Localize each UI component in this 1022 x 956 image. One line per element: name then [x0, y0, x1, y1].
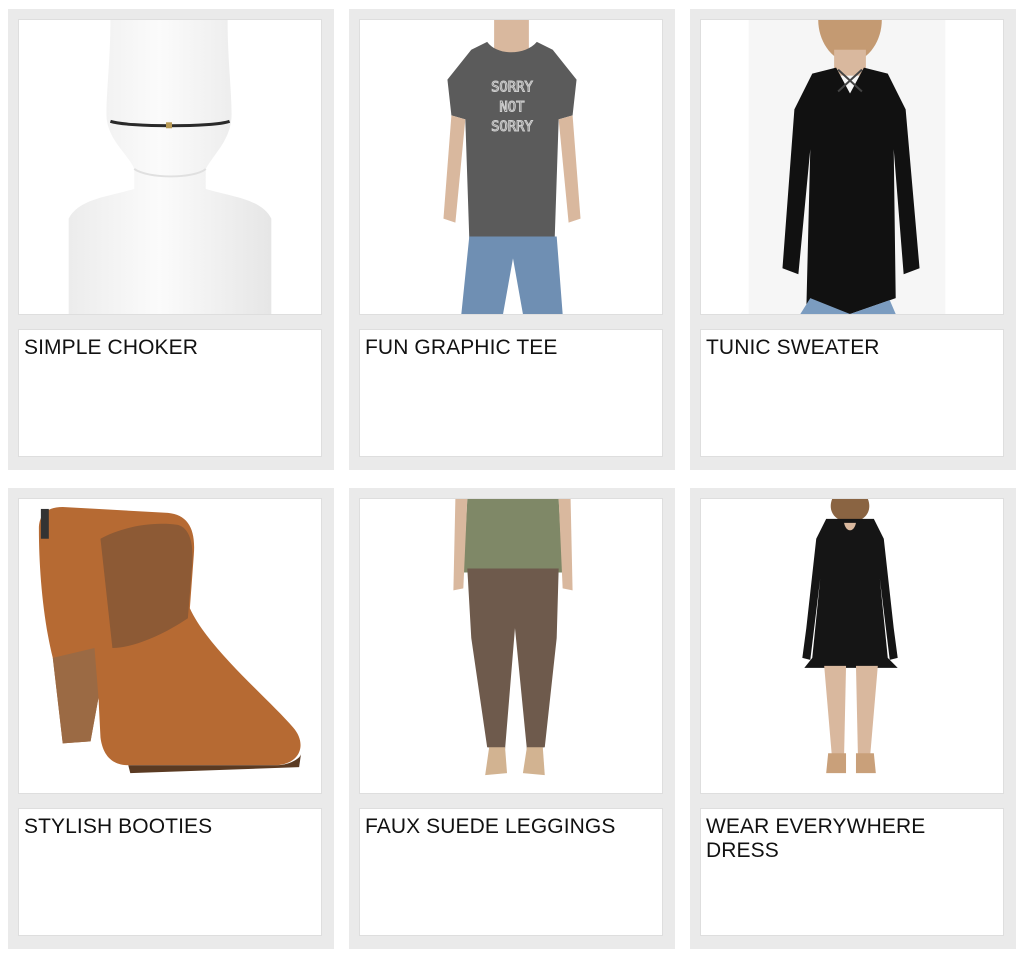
tee-text-line-2: NOT: [499, 99, 525, 115]
tee-text-line-1: SORRY: [491, 80, 533, 96]
product-caption: SIMPLE CHOKER: [18, 329, 322, 457]
product-title[interactable]: WEAR EVERYWHERE DRESS: [706, 815, 998, 863]
product-card-fun-graphic-tee[interactable]: SORRY NOT SORRY FUN GRAPHIC TEE: [349, 9, 675, 470]
product-card-stylish-booties[interactable]: STYLISH BOOTIES: [8, 488, 334, 949]
product-card-wear-everywhere-dress[interactable]: WEAR EVERYWHERE DRESS: [690, 488, 1016, 949]
product-image-frame[interactable]: [18, 19, 322, 315]
tee-text-line-3: SORRY: [491, 119, 533, 135]
graphic-tee-image: SORRY NOT SORRY: [443, 20, 581, 314]
black-dress-image: [802, 499, 898, 774]
product-image-frame[interactable]: [359, 498, 663, 794]
product-title[interactable]: SIMPLE CHOKER: [24, 336, 316, 360]
product-caption: FUN GRAPHIC TEE: [359, 329, 663, 457]
product-image-frame[interactable]: [700, 498, 1004, 794]
product-caption: STYLISH BOOTIES: [18, 808, 322, 936]
product-title[interactable]: STYLISH BOOTIES: [24, 815, 316, 839]
product-image-frame[interactable]: SORRY NOT SORRY: [359, 19, 663, 315]
product-title[interactable]: TUNIC SWEATER: [706, 336, 998, 360]
product-title[interactable]: FAUX SUEDE LEGGINGS: [365, 815, 657, 839]
product-caption: WEAR EVERYWHERE DRESS: [700, 808, 1004, 936]
product-image-frame[interactable]: [700, 19, 1004, 315]
product-image-frame[interactable]: [18, 498, 322, 794]
product-caption: FAUX SUEDE LEGGINGS: [359, 808, 663, 936]
choker-necklace-image: [68, 20, 272, 314]
product-caption: TUNIC SWEATER: [700, 329, 1004, 457]
tunic-sweater-image: [748, 20, 946, 314]
product-card-simple-choker[interactable]: SIMPLE CHOKER: [8, 9, 334, 470]
product-grid: SIMPLE CHOKER SORRY NOT SORRY FUN GRAPHI…: [0, 0, 1022, 956]
ankle-bootie-image: [38, 506, 302, 774]
product-card-faux-suede-leggings[interactable]: FAUX SUEDE LEGGINGS: [349, 488, 675, 949]
product-card-tunic-sweater[interactable]: TUNIC SWEATER: [690, 9, 1016, 470]
product-title[interactable]: FUN GRAPHIC TEE: [365, 336, 657, 360]
suede-leggings-image: [453, 499, 573, 776]
